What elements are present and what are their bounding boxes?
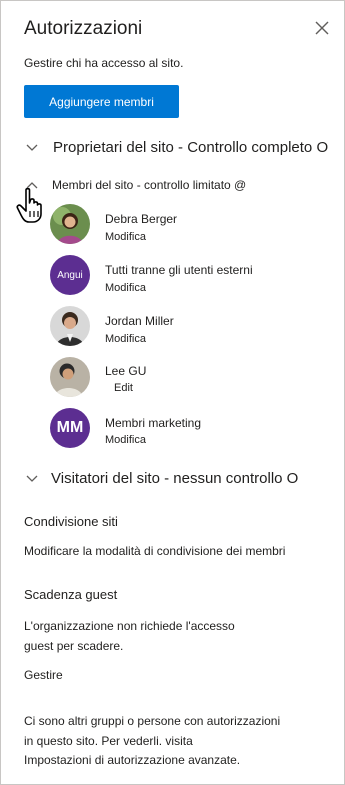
advanced-settings-link[interactable]: Impostazioni di autorizzazione avanzate. — [24, 753, 240, 767]
section-owners-label: Proprietari del sito - Controllo complet… — [53, 139, 329, 156]
member-role[interactable]: Modifica — [105, 434, 146, 446]
chevron-down-icon — [26, 475, 38, 482]
panel-title: Autorizzazioni — [24, 18, 143, 39]
footer-text-line2: in questo sito. Per vederli. visita — [24, 734, 193, 748]
permissions-panel: Autorizzazioni Gestire chi ha accesso al… — [0, 0, 345, 785]
avatar: MM — [50, 408, 90, 448]
section-members-label: Membri del sito - controllo limitato @ — [52, 178, 247, 192]
avatar: Angui — [50, 255, 90, 295]
close-icon[interactable] — [313, 19, 331, 37]
avatar — [50, 357, 90, 397]
section-visitors-label: Visitatori del sito - nessun controllo O — [51, 470, 299, 487]
avatar — [50, 204, 90, 244]
footer-text-line1: Ci sono altri gruppi o persone con autor… — [24, 714, 281, 728]
member-role[interactable]: Modifica — [105, 333, 146, 345]
avatar — [50, 306, 90, 346]
member-name: Membri marketing — [105, 416, 202, 430]
guest-expiry-heading: Scadenza guest — [24, 587, 118, 602]
member-name: Lee GU — [105, 364, 147, 378]
member-role[interactable]: Edit — [114, 382, 133, 394]
section-visitors-header[interactable]: Visitatori del sito - nessun controllo O — [24, 470, 324, 492]
member-role[interactable]: Modifica — [105, 282, 146, 294]
manage-link[interactable]: Gestire — [24, 668, 63, 682]
section-members-header[interactable]: Membri del sito - controllo limitato @ — [24, 177, 324, 197]
member-row[interactable]: Jordan Miller Modifica — [50, 305, 330, 349]
panel-subtitle: Gestire chi ha accesso al sito. — [24, 56, 184, 70]
hand-cursor-icon — [16, 187, 42, 223]
member-row[interactable]: Debra Berger Modifica — [50, 203, 330, 247]
member-row[interactable]: MM Membri marketing Modifica — [50, 407, 330, 451]
member-name: Jordan Miller — [105, 314, 174, 328]
member-name: Tutti tranne gli utenti esterni — [105, 263, 253, 277]
change-sharing-link[interactable]: Modificare la modalità di condivisione d… — [24, 544, 285, 558]
member-name: Debra Berger — [105, 212, 178, 226]
guest-expiry-text-line1: L'organizzazione non richiede l'accesso — [24, 619, 235, 633]
member-row[interactable]: Lee GU Edit — [50, 356, 330, 400]
member-role[interactable]: Modifica — [105, 231, 146, 243]
member-row[interactable]: Angui Tutti tranne gli utenti esterni Mo… — [50, 254, 330, 298]
add-members-button[interactable]: Aggiungere membri — [24, 85, 179, 118]
section-owners-header[interactable]: Proprietari del sito - Controllo complet… — [24, 139, 328, 161]
guest-expiry-text-line2: guest per scadere. — [24, 639, 124, 653]
chevron-down-icon — [26, 144, 38, 151]
site-sharing-heading: Condivisione siti — [24, 514, 118, 529]
